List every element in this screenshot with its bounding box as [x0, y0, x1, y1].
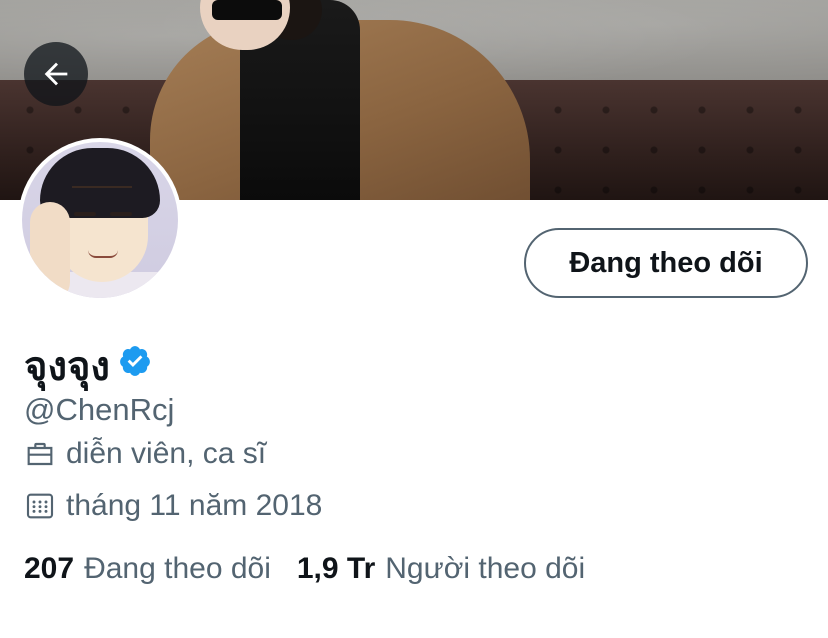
avatar-eye-right	[110, 212, 132, 216]
calendar-icon	[26, 493, 54, 519]
profile-job-text: diễn viên, ca sĩ	[66, 437, 267, 470]
following-button-label: Đang theo dõi	[569, 246, 763, 279]
back-button[interactable]	[24, 42, 88, 106]
arrow-left-icon	[44, 62, 68, 86]
verified-badge-icon[interactable]	[118, 344, 152, 378]
avatar-hand	[30, 202, 70, 298]
briefcase-icon	[27, 442, 53, 466]
user-handle: @ChenRcj	[24, 392, 175, 427]
avatar[interactable]	[18, 138, 182, 302]
following-label: Đang theo dõi	[84, 552, 271, 585]
following-stat-link[interactable]: 207 Đang theo dõi	[24, 552, 271, 586]
avatar-image	[22, 142, 178, 298]
following-button[interactable]: Đang theo dõi	[524, 228, 808, 298]
profile-stats: 207 Đang theo dõi 1,9 Tr Người theo dõi	[24, 552, 585, 586]
avatar-scar	[72, 186, 132, 188]
display-name-row: จุงจุง	[24, 334, 152, 398]
following-count: 207	[24, 552, 75, 585]
banner-sunglasses	[212, 0, 282, 20]
profile-job: diễn viên, ca sĩ	[24, 437, 266, 471]
display-name: จุงจุง	[24, 344, 110, 390]
followers-count: 1,9 Tr	[296, 552, 376, 585]
avatar-eye-left	[74, 212, 96, 216]
profile-joined-text: tháng 11 năm 2018	[66, 489, 323, 522]
profile-joined: tháng 11 năm 2018	[24, 489, 322, 523]
followers-label: Người theo dõi	[385, 552, 586, 585]
followers-stat-link[interactable]: 1,9 Tr Người theo dõi	[297, 552, 585, 586]
avatar-mouth	[88, 250, 118, 258]
